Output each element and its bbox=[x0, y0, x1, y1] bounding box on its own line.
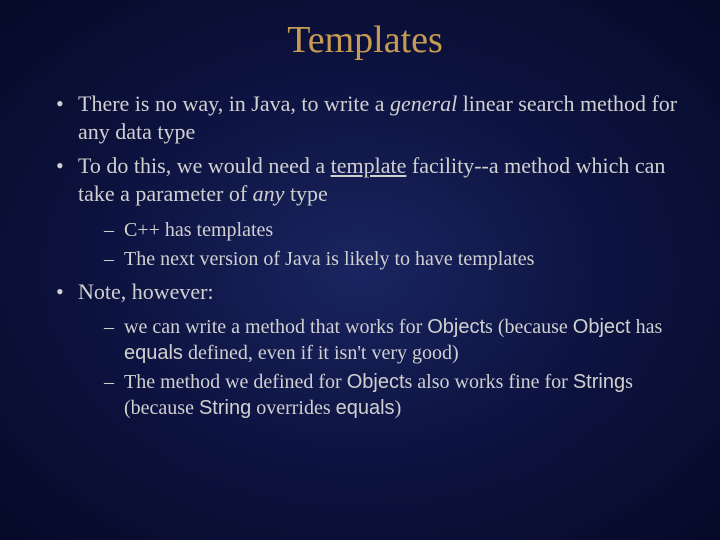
bullet-1: There is no way, in Java, to write a gen… bbox=[50, 90, 680, 146]
text: defined, even if it isn't very good) bbox=[183, 342, 459, 364]
slide: Templates There is no way, in Java, to w… bbox=[0, 0, 720, 540]
text: To do this, we would need a bbox=[78, 153, 331, 178]
emphasis: general bbox=[390, 91, 457, 116]
text: has bbox=[631, 316, 663, 338]
sub-list: C++ has templates The next version of Ja… bbox=[78, 217, 680, 272]
code: equals bbox=[124, 342, 183, 364]
bullet-list: There is no way, in Java, to write a gen… bbox=[50, 90, 680, 421]
text: s also works fine for bbox=[405, 371, 573, 393]
code: Object bbox=[573, 316, 631, 338]
text: type bbox=[284, 181, 327, 206]
bullet-2: To do this, we would need a template fac… bbox=[50, 152, 680, 271]
sub-bullet: The next version of Java is likely to ha… bbox=[100, 246, 680, 272]
sub-bullet: The method we defined for Objects also w… bbox=[100, 369, 680, 421]
slide-content: There is no way, in Java, to write a gen… bbox=[50, 90, 680, 421]
sub-bullet: we can write a method that works for Obj… bbox=[100, 314, 680, 366]
code: Object bbox=[347, 371, 405, 393]
emphasis: any bbox=[253, 181, 285, 206]
code: String bbox=[199, 397, 251, 419]
code: Object bbox=[427, 316, 485, 338]
sub-bullet: C++ has templates bbox=[100, 217, 680, 243]
bullet-3: Note, however: we can write a method tha… bbox=[50, 278, 680, 421]
slide-title: Templates bbox=[50, 18, 680, 62]
code: String bbox=[573, 371, 625, 393]
underline: template bbox=[331, 153, 407, 178]
text: The method we defined for bbox=[124, 371, 347, 393]
text: Note, however: bbox=[78, 279, 214, 304]
sub-list: we can write a method that works for Obj… bbox=[78, 314, 680, 421]
text: There is no way, in Java, to write a bbox=[78, 91, 390, 116]
text: overrides bbox=[251, 397, 335, 419]
text: s (because bbox=[485, 316, 573, 338]
code: equals bbox=[336, 397, 395, 419]
text: ) bbox=[395, 397, 402, 419]
text: we can write a method that works for bbox=[124, 316, 427, 338]
